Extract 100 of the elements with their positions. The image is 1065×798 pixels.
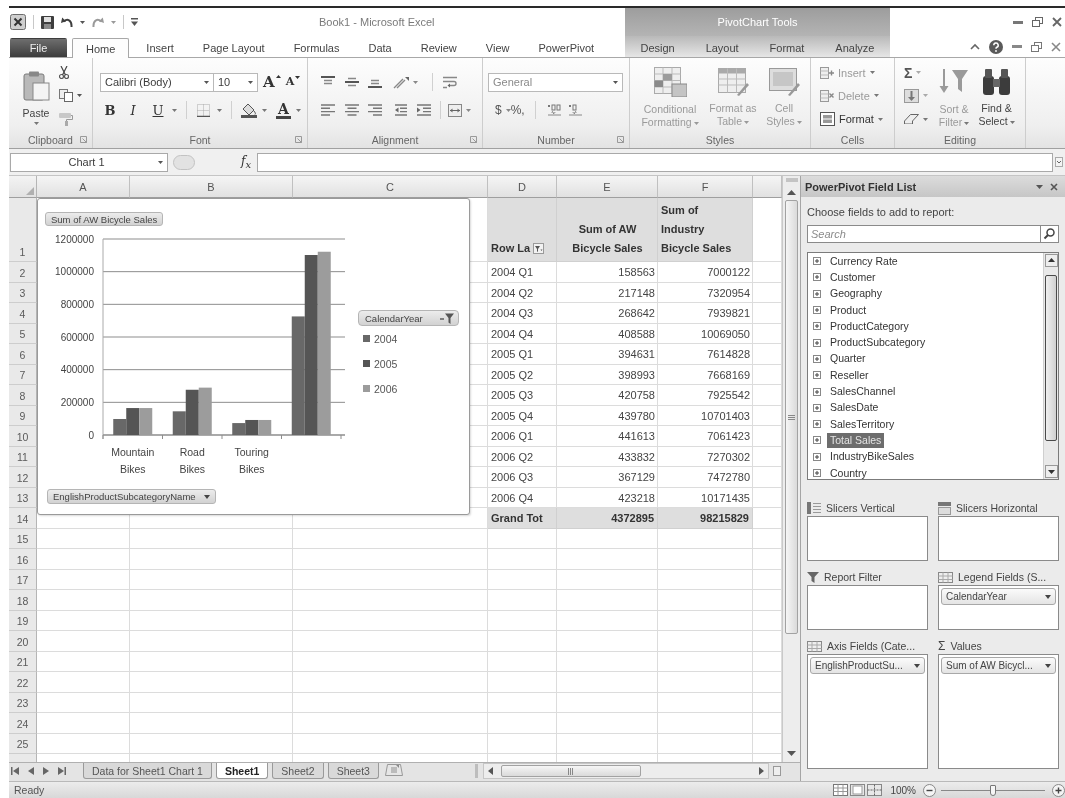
redo-icon[interactable] — [92, 17, 104, 27]
ribbon-tab[interactable]: Formulas — [281, 38, 352, 57]
ribbon-tab[interactable]: View — [473, 38, 522, 57]
expand-icon[interactable] — [813, 420, 821, 429]
column-header[interactable]: B — [130, 176, 293, 198]
scroll-up-icon[interactable] — [1044, 254, 1058, 267]
column-header[interactable]: D — [488, 176, 557, 198]
caret-icon[interactable] — [923, 117, 928, 121]
column-header[interactable]: A — [37, 176, 130, 198]
zoom-out-icon[interactable] — [923, 783, 936, 797]
expand-formula-bar-icon[interactable] — [1055, 157, 1063, 167]
horizontal-scrollbar[interactable] — [482, 763, 769, 779]
field-list-item[interactable]: Product — [827, 302, 870, 318]
row-number[interactable]: 24 — [9, 713, 37, 734]
list-scrollbar[interactable] — [1043, 253, 1058, 479]
field-list-item[interactable]: ProductCategory — [827, 318, 912, 334]
drop-area[interactable]: EnglishProductSu... — [807, 654, 928, 769]
restore-icon[interactable] — [1031, 41, 1042, 52]
formula-input[interactable] — [257, 152, 1053, 172]
field-list-item[interactable]: Country — [827, 465, 870, 481]
search-icon[interactable] — [1040, 225, 1059, 243]
sheet-tab[interactable]: Sheet2 — [272, 763, 324, 779]
row-number[interactable]: 3 — [9, 282, 37, 303]
row-number[interactable]: 7 — [9, 364, 37, 385]
normal-view-icon[interactable] — [833, 784, 849, 796]
sheet-tab[interactable]: Data for Sheet1 Chart 1 — [83, 763, 212, 779]
row-number[interactable]: 4 — [9, 303, 37, 324]
font-size-combo[interactable]: 10 — [213, 72, 258, 92]
scroll-down-icon[interactable] — [787, 751, 796, 756]
column-header[interactable] — [753, 176, 782, 198]
split-box-icon[interactable] — [772, 766, 781, 776]
number-format-combo[interactable]: General — [488, 72, 623, 92]
underline-button[interactable]: U — [151, 102, 165, 118]
row-number[interactable]: 19 — [9, 610, 37, 631]
caret-icon[interactable] — [172, 108, 177, 112]
row-number[interactable]: 8 — [9, 385, 37, 406]
undo-icon[interactable] — [61, 17, 73, 27]
field-list-item[interactable]: ProductSubcategory — [827, 335, 929, 351]
scroll-down-icon[interactable] — [1044, 465, 1058, 478]
value-field-button[interactable]: Sum of AW Bicycle Sales — [45, 212, 164, 226]
scroll-up-icon[interactable] — [787, 190, 796, 195]
paint-bucket-icon[interactable] — [241, 102, 257, 118]
row-number[interactable]: 5 — [9, 323, 37, 344]
column-header[interactable]: F — [658, 176, 753, 198]
grow-font-button[interactable]: A — [263, 74, 281, 90]
align-middle-icon[interactable] — [345, 76, 359, 88]
row-number[interactable]: 9 — [9, 405, 37, 426]
find-select-button[interactable]: Find & Select — [978, 58, 1015, 131]
copy-icon[interactable] — [59, 89, 73, 103]
search-field[interactable]: Search — [807, 225, 1040, 243]
row-number[interactable]: 25 — [9, 733, 37, 754]
restore-icon[interactable] — [1032, 17, 1043, 27]
insert-function-button[interactable]: f$_{x}$ — [241, 153, 252, 171]
paste-button[interactable]: Paste — [21, 58, 51, 131]
font-color-button[interactable]: A — [276, 101, 291, 119]
expand-icon[interactable] — [813, 387, 821, 396]
autosum-button[interactable]: Σ — [904, 65, 913, 80]
close-icon[interactable] — [1052, 17, 1062, 27]
scroll-left-icon[interactable] — [487, 767, 493, 775]
ribbon-tab[interactable]: PowerPivot — [526, 38, 607, 57]
field-item[interactable]: CalendarYear — [941, 588, 1056, 605]
drop-area[interactable]: Sum of AW Bicycl... — [938, 654, 1059, 769]
caret-icon[interactable] — [505, 108, 511, 112]
pivot-chart[interactable]: Sum of AW Bicycle Sales 0 200000 400000 600000 800000 1000000 1200000 Mountain Bikes Road Bikes Touring Bikes CalendarYear 2004 2005 2006 EnglishProductSubcategoryName — [37, 198, 470, 515]
field-list-item[interactable]: Geography — [827, 286, 885, 302]
field-list-item[interactable]: Total Sales — [827, 432, 885, 448]
previous-sheet-icon[interactable] — [28, 767, 34, 775]
caret-icon[interactable] — [217, 108, 222, 112]
page-layout-view-icon[interactable] — [850, 784, 866, 796]
ribbon-tab[interactable]: Data — [356, 38, 404, 57]
row-number[interactable]: 18 — [9, 590, 37, 611]
borders-icon[interactable] — [197, 103, 210, 117]
caret-icon[interactable] — [77, 94, 82, 98]
last-sheet-icon[interactable] — [58, 767, 66, 775]
column-header[interactable]: E — [557, 176, 658, 198]
close-icon[interactable] — [1051, 41, 1061, 52]
sheet-tab[interactable]: Sheet3 — [327, 763, 379, 779]
drop-area[interactable] — [807, 516, 928, 561]
zoom-in-icon[interactable] — [1052, 783, 1065, 797]
zoom-slider-thumb[interactable] — [990, 784, 996, 796]
ribbon-tab[interactable]: Layout — [693, 38, 751, 57]
collapse-ribbon-icon[interactable] — [970, 43, 980, 50]
decrease-decimal-icon[interactable] — [567, 104, 583, 116]
caret-icon[interactable] — [466, 108, 471, 112]
ribbon-tab[interactable]: Home — [72, 38, 130, 58]
row-number[interactable]: 1 — [9, 198, 37, 262]
field-list-item[interactable]: SalesTerritory — [827, 416, 898, 432]
text-orientation-icon[interactable] — [393, 75, 410, 89]
comma-style-button[interactable]: , — [521, 103, 525, 117]
scissors-icon[interactable] — [59, 66, 69, 80]
field-list-item[interactable]: Customer — [827, 269, 879, 285]
merge-cells-icon[interactable] — [448, 103, 462, 117]
spreadsheet-logo-icon[interactable] — [10, 14, 26, 30]
scroll-right-icon[interactable] — [758, 767, 764, 775]
currency-button[interactable]: $ — [495, 103, 502, 117]
row-number[interactable]: 22 — [9, 672, 37, 693]
italic-button[interactable]: I — [126, 102, 140, 118]
row-number[interactable]: 11 — [9, 446, 37, 467]
increase-decimal-icon[interactable] — [546, 104, 562, 116]
format-cells-button[interactable]: Format — [820, 112, 883, 127]
